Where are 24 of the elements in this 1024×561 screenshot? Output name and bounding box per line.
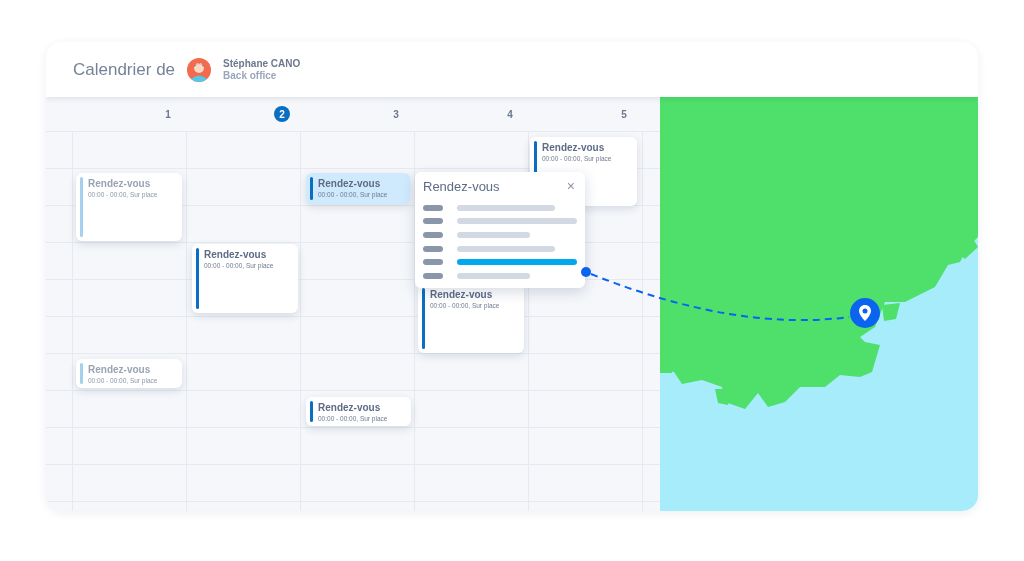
user-name: Stéphane CANO <box>223 58 301 69</box>
popup-title: Rendez-vous <box>423 178 500 194</box>
event-title: Rendez-vous <box>318 402 382 413</box>
day-number[interactable]: 1 <box>160 106 176 122</box>
event-title: Rendez-vous <box>204 249 268 260</box>
avatar-icon <box>187 57 212 82</box>
day-number[interactable]: 3 <box>388 106 404 122</box>
user-role: Back office <box>223 70 278 81</box>
label-placeholder <box>423 259 443 266</box>
event-title: Rendez-vous <box>88 178 152 189</box>
day-number[interactable]: 4 <box>502 106 518 122</box>
label-placeholder <box>423 272 443 279</box>
label-placeholder <box>423 245 443 252</box>
day-number[interactable]: 5 <box>616 106 632 122</box>
event-title: Rendez-vous <box>542 142 606 153</box>
close-button[interactable]: × <box>564 179 577 193</box>
label-placeholder <box>423 218 443 225</box>
event-title: Rendez-vous <box>88 364 152 375</box>
label-placeholder <box>423 232 443 238</box>
day-number[interactable]: 2 <box>274 106 290 122</box>
event-title: Rendez-vous <box>318 178 382 189</box>
label-placeholder <box>423 204 443 211</box>
calendar-title: Calendrier de <box>73 59 176 80</box>
event-title: Rendez-vous <box>430 289 494 300</box>
